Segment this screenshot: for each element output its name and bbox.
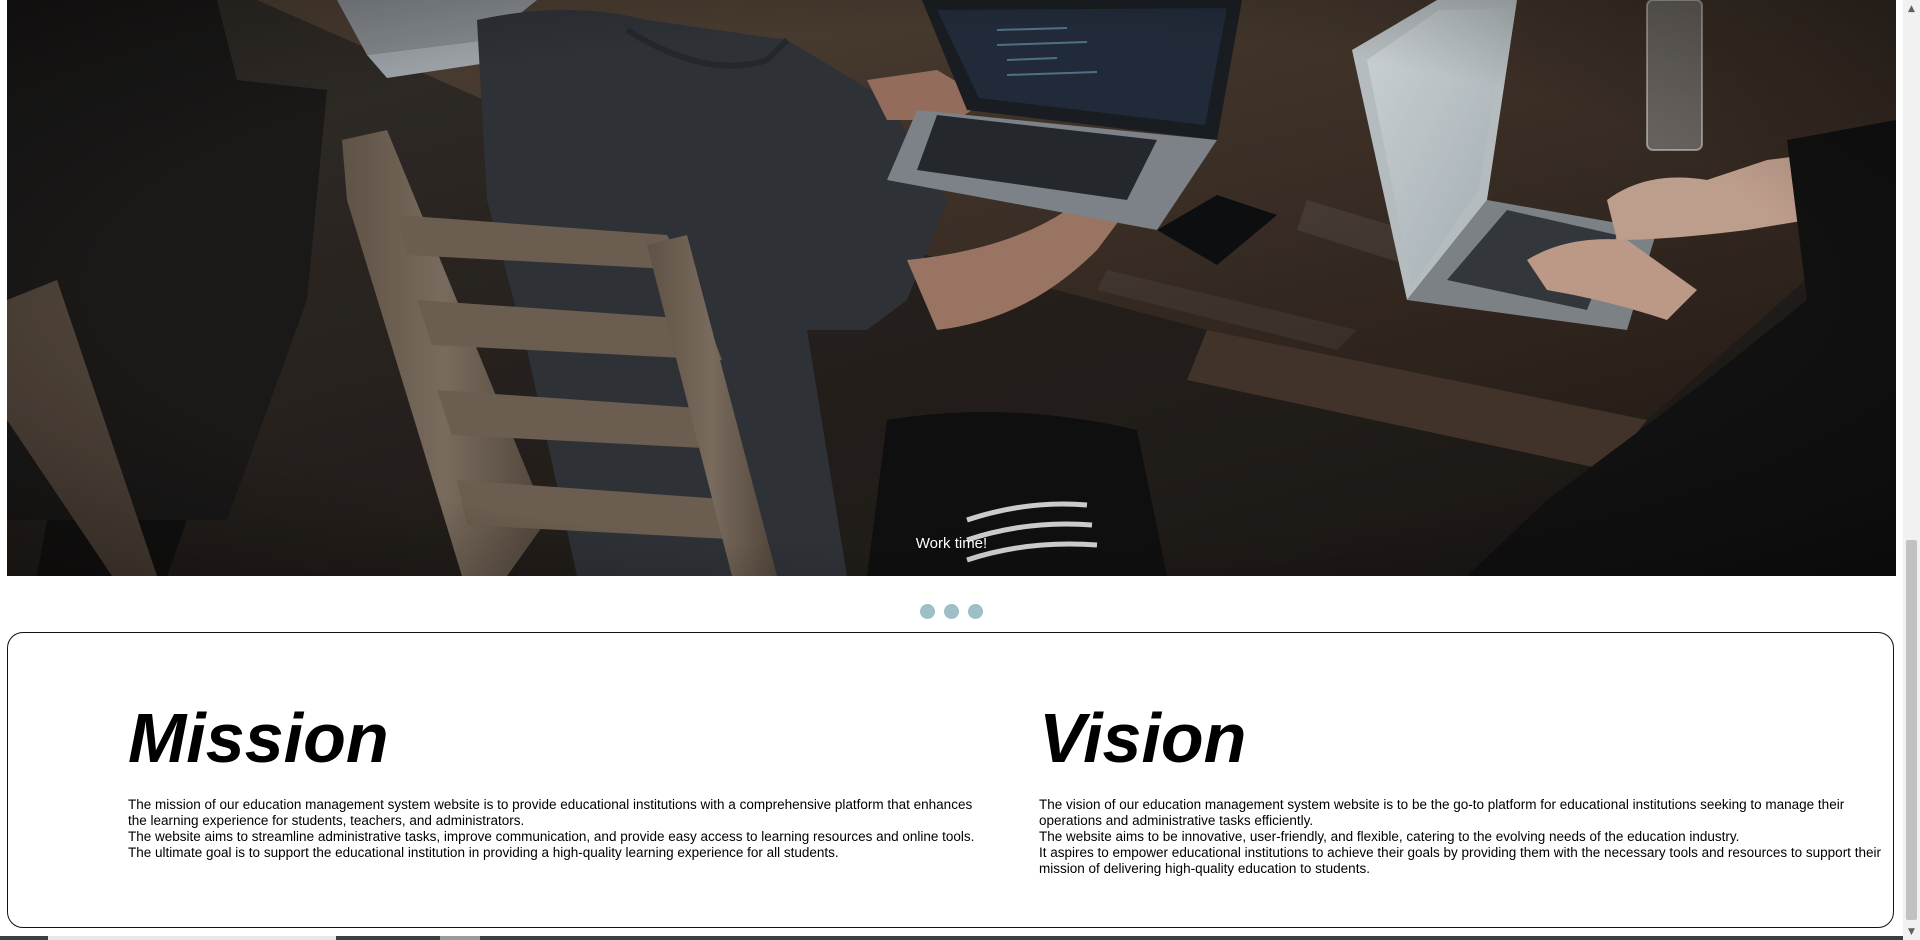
mission-paragraph: The mission of our education management …	[128, 797, 973, 828]
carousel-caption: Work time!	[915, 535, 988, 552]
carousel-indicator-2[interactable]	[944, 604, 959, 619]
scroll-down-arrow-icon[interactable]: ▼	[1903, 923, 1920, 940]
mission-text: The mission of our education management …	[128, 797, 978, 861]
mission-vision-card: Mission The mission of our education man…	[7, 632, 1894, 928]
vision-text: The vision of our education management s…	[1039, 797, 1889, 877]
scroll-up-arrow-icon[interactable]: ▲	[1903, 0, 1920, 17]
carousel-indicator-1[interactable]	[920, 604, 935, 619]
vision-paragraph: It aspires to empower educational instit…	[1039, 845, 1881, 876]
scrollbar-thumb[interactable]	[1906, 540, 1917, 920]
carousel-indicators	[920, 604, 983, 619]
taskbar-segment	[48, 936, 336, 940]
vision-section: Vision The vision of our education manag…	[1039, 693, 1889, 877]
mission-section: Mission The mission of our education man…	[128, 693, 978, 861]
mission-paragraph: The ultimate goal is to support the educ…	[128, 845, 839, 860]
vision-paragraph: The vision of our education management s…	[1039, 797, 1845, 828]
taskbar-segment	[440, 936, 480, 940]
hero-photo	[7, 0, 1896, 576]
vision-heading: Vision	[1039, 699, 1247, 777]
mission-heading: Mission	[128, 699, 389, 777]
vision-paragraph: The website aims to be innovative, user-…	[1039, 829, 1740, 844]
carousel-slide: Work time!	[7, 0, 1896, 576]
mission-paragraph: The website aims to streamline administr…	[128, 829, 975, 844]
vertical-scrollbar[interactable]: ▲ ▼	[1903, 0, 1920, 940]
taskbar-strip	[0, 936, 1903, 940]
page: Work time! Mission The mission of our ed…	[0, 0, 1920, 940]
carousel-indicator-3[interactable]	[968, 604, 983, 619]
